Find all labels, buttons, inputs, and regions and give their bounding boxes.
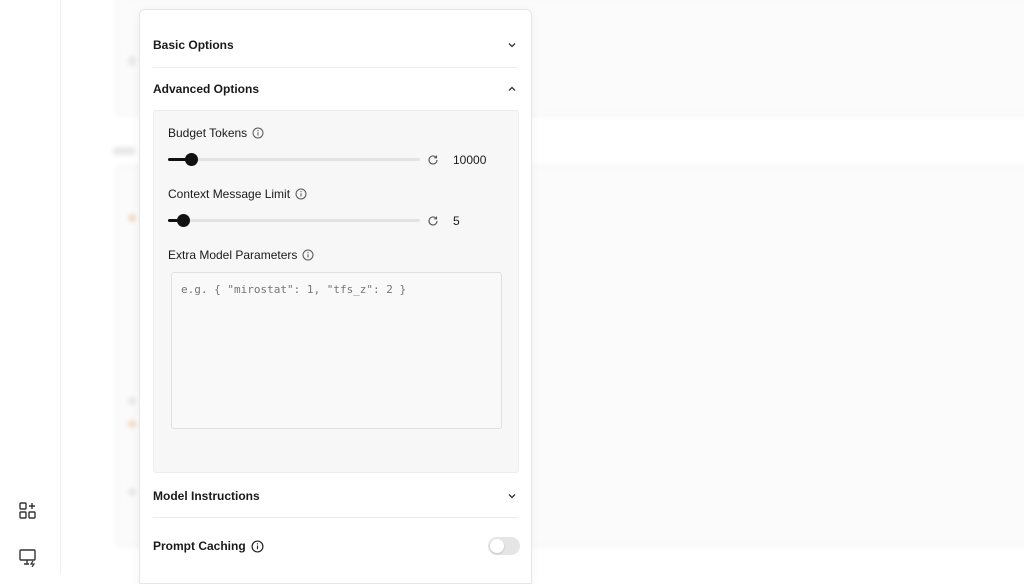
context-message-limit-label: Context Message Limit xyxy=(168,187,291,201)
context-message-limit-value: 5 xyxy=(453,214,460,228)
basic-options-label: Basic Options xyxy=(153,38,234,52)
advanced-options-header[interactable]: Advanced Options xyxy=(153,67,518,111)
info-icon[interactable] xyxy=(251,539,264,553)
info-icon[interactable] xyxy=(302,249,314,261)
model-instructions-header[interactable]: Model Instructions xyxy=(153,474,518,518)
toggle-knob xyxy=(490,539,504,553)
divider xyxy=(153,517,518,518)
model-instructions-label: Model Instructions xyxy=(153,489,260,503)
advanced-options-body: Budget Tokens 10000 Context Message Limi… xyxy=(153,110,519,473)
chevron-up-icon xyxy=(508,86,516,91)
budget-tokens-label: Budget Tokens xyxy=(168,126,248,140)
extra-model-parameters-label: Extra Model Parameters xyxy=(168,248,298,262)
context-message-limit-slider[interactable] xyxy=(168,214,420,227)
model-settings-panel: Basic Options Advanced Options Budget To… xyxy=(139,9,532,584)
budget-tokens-field: Budget Tokens xyxy=(168,126,264,140)
budget-tokens-value: 10000 xyxy=(453,153,487,167)
info-icon[interactable] xyxy=(252,127,264,139)
prompt-caching-toggle[interactable] xyxy=(488,537,520,555)
budget-tokens-slider[interactable] xyxy=(168,153,420,166)
extra-model-parameters-field: Extra Model Parameters xyxy=(168,248,314,262)
basic-options-header[interactable]: Basic Options xyxy=(153,23,518,67)
reset-icon[interactable] xyxy=(427,154,439,166)
info-icon[interactable] xyxy=(295,188,307,200)
slider-thumb[interactable] xyxy=(177,214,190,227)
slider-thumb[interactable] xyxy=(185,153,198,166)
prompt-caching-label: Prompt Caching xyxy=(153,539,246,553)
context-message-limit-field: Context Message Limit xyxy=(168,187,307,201)
reset-icon[interactable] xyxy=(427,215,439,227)
chevron-down-icon xyxy=(508,494,516,499)
chevron-down-icon xyxy=(508,43,516,48)
extra-model-parameters-input[interactable] xyxy=(171,272,502,429)
advanced-options-label: Advanced Options xyxy=(153,82,260,96)
prompt-caching-row: Prompt Caching xyxy=(153,524,518,568)
